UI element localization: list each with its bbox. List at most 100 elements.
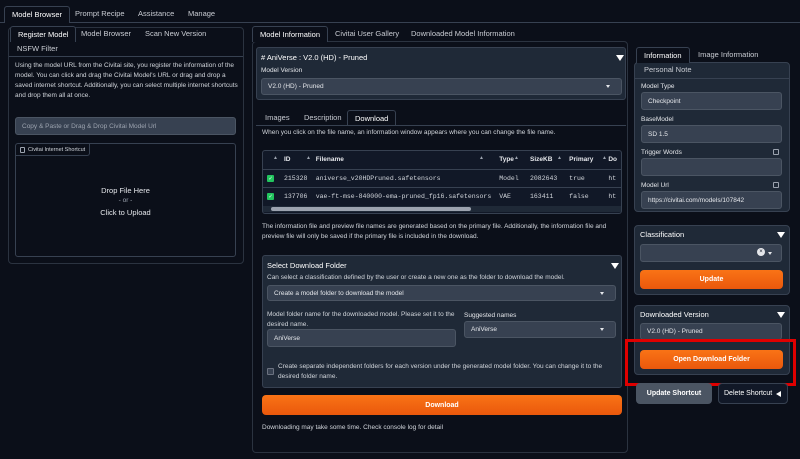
trigger-words-field xyxy=(641,158,782,176)
accordion-collapse-icon[interactable] xyxy=(777,232,785,238)
trigger-words-label: Trigger Words xyxy=(641,149,682,156)
folder-classification-select[interactable]: Create a model folder to download the mo… xyxy=(267,285,616,301)
model-url-placeholder: Copy & Paste or Drag & Drop Civitai Mode… xyxy=(22,122,157,130)
delete-shortcut-button[interactable]: Delete Shortcut xyxy=(718,383,788,404)
separate-folders-checkbox[interactable] xyxy=(267,368,274,375)
update-button[interactable]: Update xyxy=(640,270,783,289)
drop-or-text: - or - xyxy=(118,197,133,204)
caret-left-icon xyxy=(776,390,782,397)
delete-shortcut-label: Delete Shortcut xyxy=(724,390,773,397)
scrollbar-thumb[interactable] xyxy=(271,207,471,211)
tab-images[interactable]: Images xyxy=(258,110,297,126)
tab-description[interactable]: Description xyxy=(297,110,349,126)
accordion-collapse-icon[interactable] xyxy=(616,55,624,61)
cell-download: ht xyxy=(608,192,617,200)
table-row[interactable]: ✓ 215328 aniverse_v20HDPruned.safetensor… xyxy=(263,169,621,187)
files-table: ID Filename Type SizeKB Primary Do ✓ 215… xyxy=(263,151,621,205)
tab-image-information[interactable]: Image Information xyxy=(691,47,765,63)
suggested-names-label: Suggested names xyxy=(464,312,517,319)
tab-civitai-user-gallery[interactable]: Civitai User Gallery xyxy=(328,26,406,42)
cell-id: 137706 xyxy=(284,192,308,200)
tab-information[interactable]: Information xyxy=(636,47,690,63)
col-primary[interactable]: Primary xyxy=(565,151,604,169)
suggested-names-select[interactable]: AniVerse xyxy=(464,321,616,338)
cell-primary: false xyxy=(569,192,589,200)
sort-asc-icon: ▲ xyxy=(479,155,484,161)
model-info-panel xyxy=(252,41,628,453)
base-model-value: SD 1.5 xyxy=(648,130,668,138)
clear-icon[interactable]: × xyxy=(757,248,765,256)
shortcut-label: Civitai Internet Shortcut xyxy=(28,146,86,153)
col-type[interactable]: Type xyxy=(495,151,526,169)
tab-download[interactable]: Download xyxy=(347,110,397,126)
folder-name-value: AniVerse xyxy=(274,334,301,342)
update-shortcut-button[interactable]: Update Shortcut xyxy=(636,383,712,404)
row-checkbox[interactable]: ✓ xyxy=(263,169,280,187)
highlight-box xyxy=(625,339,796,386)
model-url-input[interactable]: Copy & Paste or Drag & Drop Civitai Mode… xyxy=(15,117,236,135)
base-model-field: SD 1.5 xyxy=(641,125,782,143)
copy-icon[interactable] xyxy=(773,149,779,155)
cell-type: Model xyxy=(499,174,519,182)
model-version-select[interactable]: V2.0 (HD) - Pruned xyxy=(261,78,622,95)
chevron-down-icon xyxy=(600,292,604,295)
tab-assistance[interactable]: Assistance xyxy=(131,6,181,22)
file-hint: When you click on the file name, an info… xyxy=(262,129,556,136)
shortcut-label-box: Civitai Internet Shortcut xyxy=(16,144,90,156)
downloaded-version-value: V2.0 (HD) - Pruned xyxy=(647,328,703,335)
tab-nsfw-filter[interactable]: NSFW Filter xyxy=(10,41,65,57)
tab-prompt-recipe[interactable]: Prompt Recipe xyxy=(68,6,132,22)
check-icon[interactable]: ✓ xyxy=(267,192,274,200)
tab-personal-note[interactable]: Personal Note xyxy=(637,62,699,78)
accordion-collapse-icon[interactable] xyxy=(611,263,619,269)
folder-name-input[interactable]: AniVerse xyxy=(267,329,456,347)
tab-model-information[interactable]: Model Information xyxy=(252,26,329,42)
file-icon xyxy=(20,146,25,153)
copy-icon[interactable] xyxy=(773,182,779,188)
download-note: Downloading may take some time. Check co… xyxy=(262,424,444,431)
tab-scan-new-version[interactable]: Scan New Version xyxy=(138,26,213,42)
horizontal-scrollbar[interactable] xyxy=(263,206,621,212)
cell-download: ht xyxy=(608,174,617,182)
sort-asc-icon: ▲ xyxy=(514,155,519,161)
folder-name-label: Model folder name for the downloaded mod… xyxy=(267,311,455,328)
check-icon[interactable]: ✓ xyxy=(267,174,274,182)
sort-asc-icon: ▲ xyxy=(273,155,278,161)
download-folder-hint: Can select a classification defined by t… xyxy=(267,274,565,281)
model-url-value: https://civitai.com/models/107842 xyxy=(648,196,745,204)
tab-register-model[interactable]: Register Model xyxy=(10,26,77,42)
click-upload-text: Click to Upload xyxy=(100,208,151,217)
downloaded-version-title: Downloaded Version xyxy=(640,310,709,319)
model-type-label: Model Type xyxy=(641,83,675,90)
accordion-collapse-icon[interactable] xyxy=(777,312,785,318)
model-title: # AniVerse : V2.0 (HD) - Pruned xyxy=(261,53,368,62)
cell-primary: true xyxy=(569,174,585,182)
download-button[interactable]: Download xyxy=(262,395,622,415)
model-type-value: Checkpoint xyxy=(648,97,681,105)
tab-downloaded-model-information[interactable]: Downloaded Model Information xyxy=(404,26,522,42)
col-filename[interactable]: Filename xyxy=(312,151,496,169)
cell-filename[interactable]: aniverse_v20HDPruned.safetensors xyxy=(312,169,496,187)
tab-manage[interactable]: Manage xyxy=(181,6,222,22)
tab-left-model-browser[interactable]: Model Browser xyxy=(74,26,138,42)
model-version-value: V2.0 (HD) - Pruned xyxy=(268,83,324,90)
cell-id: 215328 xyxy=(284,174,308,182)
right-tab-divider xyxy=(635,78,789,79)
tab-model-browser[interactable]: Model Browser xyxy=(4,6,71,23)
files-table-container: ID Filename Type SizeKB Primary Do ✓ 215… xyxy=(262,150,622,214)
chevron-down-icon xyxy=(606,85,610,88)
model-url-label: Model Url xyxy=(641,182,669,189)
sort-asc-icon: ▲ xyxy=(557,155,562,161)
separate-folders-text: Create separate independent folders for … xyxy=(278,363,603,380)
folder-classification-value: Create a model folder to download the mo… xyxy=(274,289,404,297)
cell-filename[interactable]: vae-ft-mse-840000-ema-pruned_fp16.safete… xyxy=(312,187,496,205)
model-type-field: Checkpoint xyxy=(641,92,782,110)
files-table-header: ID Filename Type SizeKB Primary Do xyxy=(263,151,621,169)
chevron-down-icon xyxy=(768,252,772,255)
subtab-divider xyxy=(256,125,626,126)
cell-type: VAE xyxy=(499,192,511,200)
drop-file-text: Drop File Here xyxy=(101,186,150,195)
row-checkbox[interactable]: ✓ xyxy=(263,187,280,205)
chevron-down-icon xyxy=(600,328,604,331)
table-row[interactable]: ✓ 137706 vae-ft-mse-840000-ema-pruned_fp… xyxy=(263,187,621,205)
